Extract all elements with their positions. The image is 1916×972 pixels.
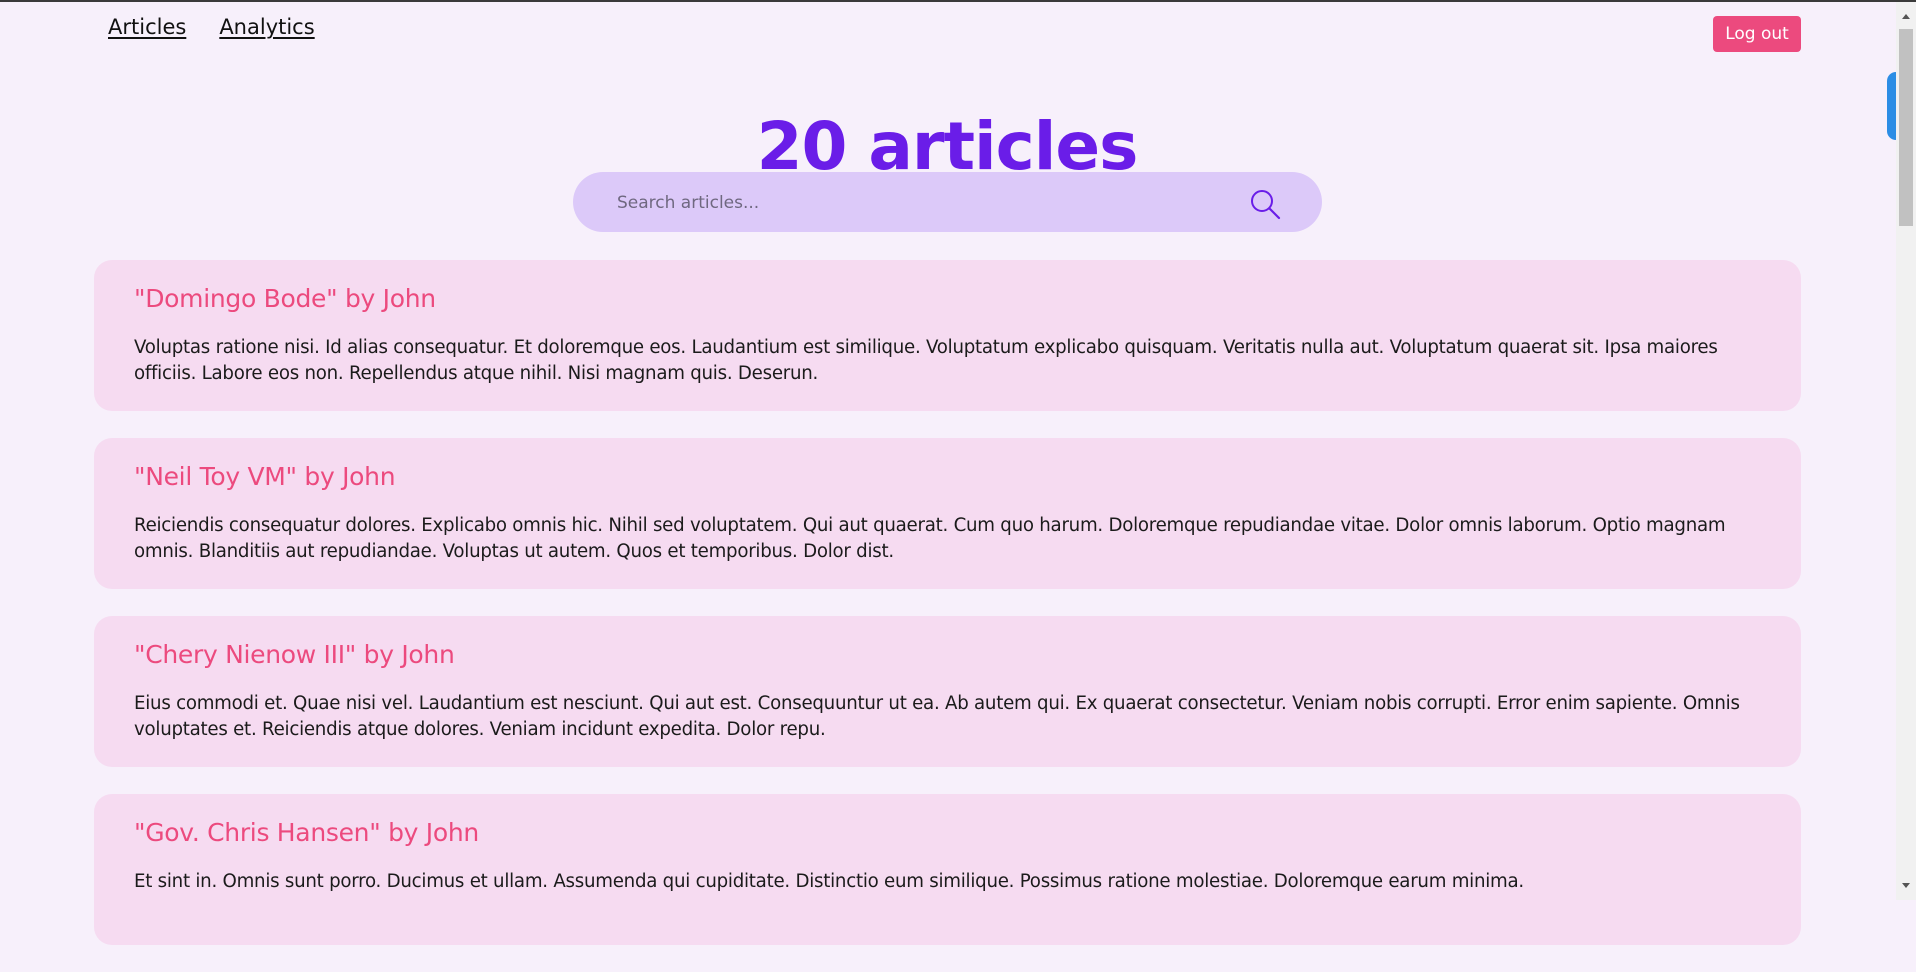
- nav-link-analytics[interactable]: Analytics: [219, 15, 314, 39]
- scroll-down-icon[interactable]: [1902, 883, 1910, 888]
- top-nav: Articles Analytics: [108, 15, 315, 39]
- search-icon[interactable]: [1248, 187, 1282, 221]
- article-title[interactable]: "Chery Nienow III" by John: [134, 638, 1761, 672]
- page-scrollbar[interactable]: [1896, 2, 1916, 900]
- article-card[interactable]: "Neil Toy VM" by John Reiciendis consequ…: [94, 438, 1801, 589]
- search-bar: [573, 172, 1322, 232]
- article-card[interactable]: "Gov. Chris Hansen" by John Et sint in. …: [94, 794, 1801, 945]
- scrollbar-thumb[interactable]: [1899, 29, 1913, 226]
- article-title[interactable]: "Domingo Bode" by John: [134, 282, 1761, 316]
- article-excerpt: Et sint in. Omnis sunt porro. Ducimus et…: [134, 871, 1524, 892]
- scroll-up-icon[interactable]: [1902, 14, 1910, 19]
- article-card[interactable]: "Chery Nienow III" by John Eius commodi …: [94, 616, 1801, 767]
- article-excerpt: Voluptas ratione nisi. Id alias consequa…: [134, 337, 1718, 384]
- nav-link-articles[interactable]: Articles: [108, 15, 186, 39]
- article-excerpt: Reiciendis consequatur dolores. Explicab…: [134, 515, 1726, 562]
- search-input[interactable]: [615, 186, 1219, 220]
- article-title[interactable]: "Gov. Chris Hansen" by John: [134, 816, 1761, 850]
- article-title[interactable]: "Neil Toy VM" by John: [134, 460, 1761, 494]
- article-list: "Domingo Bode" by John Voluptas ratione …: [94, 260, 1801, 972]
- article-card[interactable]: "Domingo Bode" by John Voluptas ratione …: [94, 260, 1801, 411]
- article-excerpt: Eius commodi et. Quae nisi vel. Laudanti…: [134, 693, 1740, 740]
- logout-button[interactable]: Log out: [1713, 16, 1801, 52]
